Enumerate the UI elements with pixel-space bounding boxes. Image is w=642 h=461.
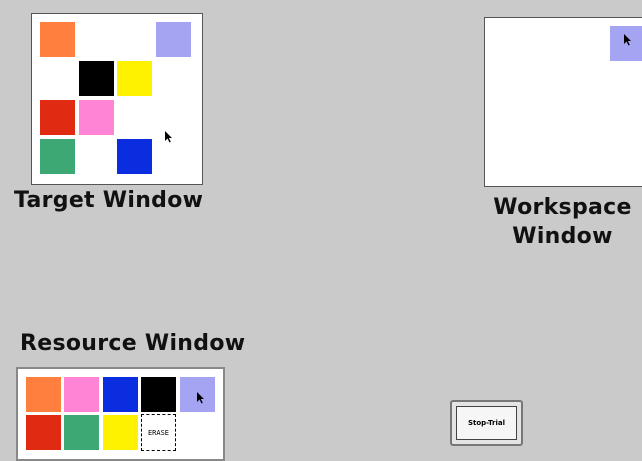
stop-trial-button[interactable]: Stop-Trial <box>450 400 523 446</box>
target-tile-lavender <box>156 22 191 57</box>
erase-button[interactable]: ERASE <box>141 414 176 451</box>
target-window <box>31 13 203 185</box>
resource-tile-red[interactable] <box>26 415 61 450</box>
resource-tile-green[interactable] <box>64 415 99 450</box>
target-tile-black <box>79 61 114 96</box>
resource-tile-blue[interactable] <box>103 377 138 412</box>
target-window-label: Target Window <box>14 188 204 213</box>
workspace-window[interactable] <box>484 17 642 187</box>
target-tile-yellow <box>117 61 152 96</box>
target-tile-green <box>40 139 75 174</box>
resource-window-label: Resource Window <box>20 331 246 356</box>
resource-window: ERASE <box>16 367 225 461</box>
target-tile-pink <box>79 100 114 135</box>
target-tile-red <box>40 100 75 135</box>
arrow-cursor-icon <box>197 392 204 404</box>
arrow-cursor-icon <box>165 131 172 143</box>
resource-tile-yellow[interactable] <box>103 415 138 450</box>
resource-tile-pink[interactable] <box>64 377 99 412</box>
workspace-label-line2: Window <box>512 224 613 249</box>
stop-trial-label: Stop-Trial <box>456 406 517 440</box>
resource-tile-black[interactable] <box>141 377 176 412</box>
resource-tile-orange[interactable] <box>26 377 61 412</box>
target-tile-orange <box>40 22 75 57</box>
workspace-label-line1: Workspace <box>493 195 632 220</box>
workspace-window-label: Workspace Window <box>483 193 642 251</box>
arrow-cursor-icon <box>624 34 631 46</box>
target-tile-blue <box>117 139 152 174</box>
